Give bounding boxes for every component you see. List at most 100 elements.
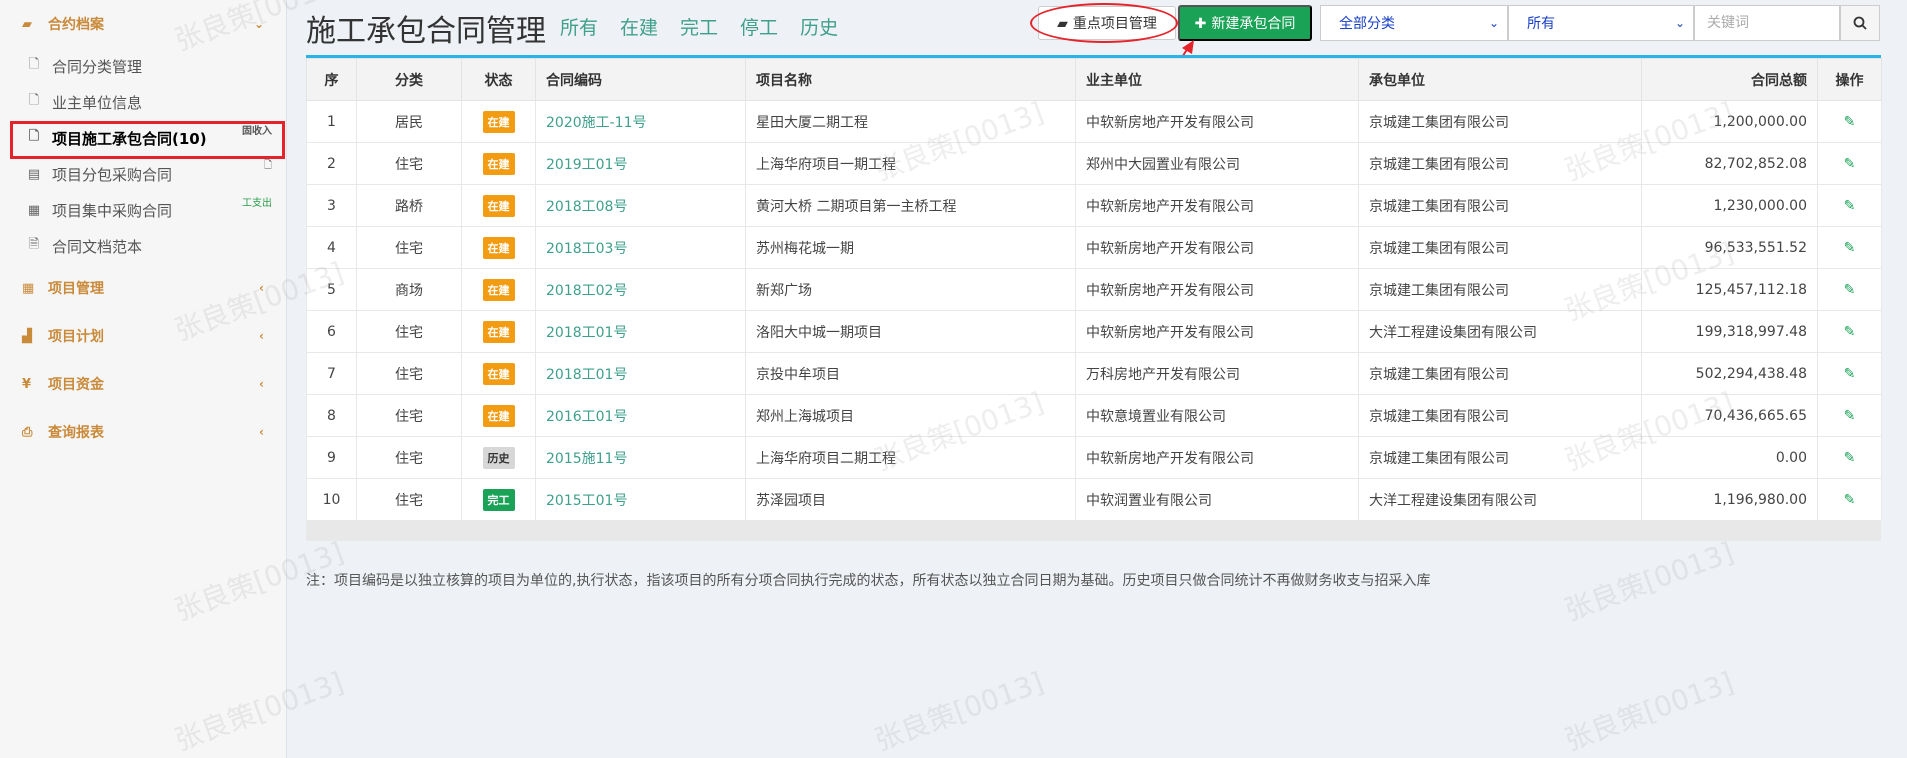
sidebar-item-template[interactable]: 🗎 合同文档范本 — [0, 228, 286, 264]
status-badge: 在建 — [482, 278, 515, 301]
cell-owner: 中软意境置业有限公司 — [1075, 394, 1359, 437]
sidebar-group-project-plan[interactable]: ▟ 项目计划 ‹ — [0, 312, 286, 360]
sidebar-group-reports[interactable]: ⎙ 查询报表 ‹ — [0, 408, 286, 456]
category-select[interactable]: 全部分类 ⌄ — [1320, 5, 1508, 41]
income-badge: 固收入 — [242, 126, 272, 137]
briefcase-icon: ▤ — [27, 166, 41, 182]
edit-icon[interactable]: ✎ — [1844, 240, 1856, 256]
cell-status: 历史 — [461, 436, 536, 479]
cell-category: 住宅 — [356, 436, 462, 479]
table-row: 6 住宅 在建 2018工01号 洛阳大中城一期项目 中软新房地产开发有限公司 大洋工程建设… — [306, 310, 1882, 353]
cell-contractor: 京城建工集团有限公司 — [1358, 352, 1642, 395]
status-select[interactable]: 所有 ⌄ — [1508, 5, 1694, 41]
tab-stopped[interactable]: 停工 — [740, 13, 778, 40]
edit-icon[interactable]: ✎ — [1844, 492, 1856, 508]
key-project-button[interactable]: ▰ 重点项目管理 — [1038, 6, 1176, 40]
sidebar-item-contract-category[interactable]: 🗋 合同分类管理 — [0, 48, 286, 84]
edit-icon[interactable]: ✎ — [1844, 408, 1856, 424]
contract-code-link[interactable]: 2018工01号 — [546, 325, 627, 341]
search-button[interactable] — [1840, 5, 1880, 41]
edit-icon[interactable]: ✎ — [1844, 366, 1856, 382]
sidebar-item-label: 项目分包采购合同 — [52, 165, 173, 184]
cell-code: 2015工01号 — [535, 478, 746, 521]
cell-code: 2018工01号 — [535, 310, 746, 353]
contract-code-link[interactable]: 2015工01号 — [546, 493, 627, 509]
sidebar-item-construction-contract[interactable]: 🗋 项目施工承包合同(10) 固收入 — [0, 120, 286, 159]
cell-contractor: 京城建工集团有限公司 — [1358, 100, 1642, 143]
cell-owner: 中软新房地产开发有限公司 — [1075, 226, 1359, 269]
sidebar-group-label: 项目管理 — [48, 281, 104, 297]
cell-actions: ✎ — [1817, 100, 1882, 143]
cell-status: 在建 — [461, 142, 536, 185]
cell-amount: 96,533,551.52 — [1641, 226, 1818, 269]
table-row: 7 住宅 在建 2018工01号 京投中牟项目 万科房地产开发有限公司 京城建工集团有限公司… — [306, 352, 1882, 395]
tab-completed[interactable]: 完工 — [680, 13, 718, 40]
tab-history[interactable]: 历史 — [800, 13, 838, 40]
sidebar-group-project-funds[interactable]: ¥ 项目资金 ‹ — [0, 360, 286, 408]
cell-no: 2 — [306, 142, 357, 185]
contract-code-link[interactable]: 2019工01号 — [546, 157, 627, 173]
new-contract-button[interactable]: ✚ 新建承包合同 — [1178, 5, 1312, 41]
col-header-category[interactable]: 分类 — [356, 58, 462, 101]
cell-code: 2015施11号 — [535, 436, 746, 479]
cell-project-name: 黄河大桥 二期项目第一主桥工程 — [745, 184, 1076, 227]
col-header-owner[interactable]: 业主单位 — [1075, 58, 1359, 101]
cell-category: 路桥 — [356, 184, 462, 227]
edit-icon[interactable]: ✎ — [1844, 324, 1856, 340]
page-title: 施工承包合同管理 — [306, 14, 546, 49]
status-badge: 在建 — [482, 110, 515, 133]
col-header-status[interactable]: 状态 — [461, 58, 536, 101]
cell-category: 住宅 — [356, 142, 462, 185]
cell-owner: 中软新房地产开发有限公司 — [1075, 310, 1359, 353]
new-contract-button-label: 新建承包合同 — [1211, 15, 1296, 31]
file-icon: 🗋 — [28, 57, 40, 72]
sidebar-item-label: 项目集中采购合同 — [52, 201, 173, 220]
col-header-contractor[interactable]: 承包单位 — [1358, 58, 1642, 101]
edit-icon[interactable]: ✎ — [1844, 450, 1856, 466]
sidebar-item-subcontract[interactable]: ▤ 项目分包采购合同 🗋 — [0, 156, 286, 192]
cell-amount: 1,230,000.00 — [1641, 184, 1818, 227]
contract-code-link[interactable]: 2018工08号 — [546, 199, 627, 215]
cell-amount: 1,200,000.00 — [1641, 100, 1818, 143]
edit-icon[interactable]: ✎ — [1844, 156, 1856, 172]
cell-status: 在建 — [461, 184, 536, 227]
keyword-input[interactable] — [1694, 5, 1840, 41]
table-footer — [306, 521, 1881, 541]
edit-icon[interactable]: ✎ — [1844, 282, 1856, 298]
col-header-code[interactable]: 合同编码 — [535, 58, 746, 101]
tab-all[interactable]: 所有 — [560, 13, 598, 40]
status-badge: 历史 — [482, 446, 515, 469]
table-row: 10 住宅 完工 2015工01号 苏泽园项目 中软润置业有限公司 大洋工程建设集团有限公司… — [306, 478, 1882, 521]
cell-owner: 中软新房地产开发有限公司 — [1075, 100, 1359, 143]
table-row: 9 住宅 历史 2015施11号 上海华府项目二期工程 中软新房地产开发有限公司 京城建工集… — [306, 436, 1882, 479]
col-header-name[interactable]: 项目名称 — [745, 58, 1076, 101]
calculator-icon: ▦ — [27, 202, 41, 218]
col-header-no[interactable]: 序 — [306, 58, 357, 101]
contract-code-link[interactable]: 2018工02号 — [546, 283, 627, 299]
sidebar-group-label: 项目资金 — [48, 377, 104, 393]
col-header-amount[interactable]: 合同总额 — [1641, 58, 1818, 101]
sidebar-item-central-purchase[interactable]: ▦ 项目集中采购合同 工支出 — [0, 192, 286, 228]
sidebar-item-label: 合同分类管理 — [52, 57, 143, 76]
sidebar-group-project-management[interactable]: ▦ 项目管理 ‹ — [0, 264, 286, 312]
contract-code-link[interactable]: 2018工03号 — [546, 241, 627, 257]
key-project-button-label: 重点项目管理 — [1072, 15, 1157, 31]
cell-actions: ✎ — [1817, 310, 1882, 353]
cell-project-name: 苏州梅花城一期 — [745, 226, 1076, 269]
table-header-row: 序 分类 状态 合同编码 项目名称 业主单位 承包单位 合同总额 操作 — [306, 58, 1882, 101]
contract-code-link[interactable]: 2015施11号 — [546, 451, 627, 467]
contract-code-link[interactable]: 2016工01号 — [546, 409, 627, 425]
chevron-left-icon: ‹ — [259, 425, 264, 439]
edit-icon[interactable]: ✎ — [1844, 198, 1856, 214]
contract-code-link[interactable]: 2020施工-11号 — [546, 115, 647, 131]
contract-code-link[interactable]: 2018工01号 — [546, 367, 627, 383]
search-icon — [1853, 16, 1867, 30]
edit-icon[interactable]: ✎ — [1844, 114, 1856, 130]
cell-project-name: 上海华府项目二期工程 — [745, 436, 1076, 479]
cell-owner: 中软新房地产开发有限公司 — [1075, 184, 1359, 227]
watermark-text: 张良策[0013] — [870, 665, 1048, 758]
sidebar-group-contract-archive[interactable]: ▰ 合约档案 ⌄ — [0, 0, 286, 48]
word-file-icon: 🗎 — [28, 237, 40, 252]
tab-building[interactable]: 在建 — [620, 13, 658, 40]
sidebar-item-owner-info[interactable]: 🗋 业主单位信息 — [0, 84, 286, 120]
